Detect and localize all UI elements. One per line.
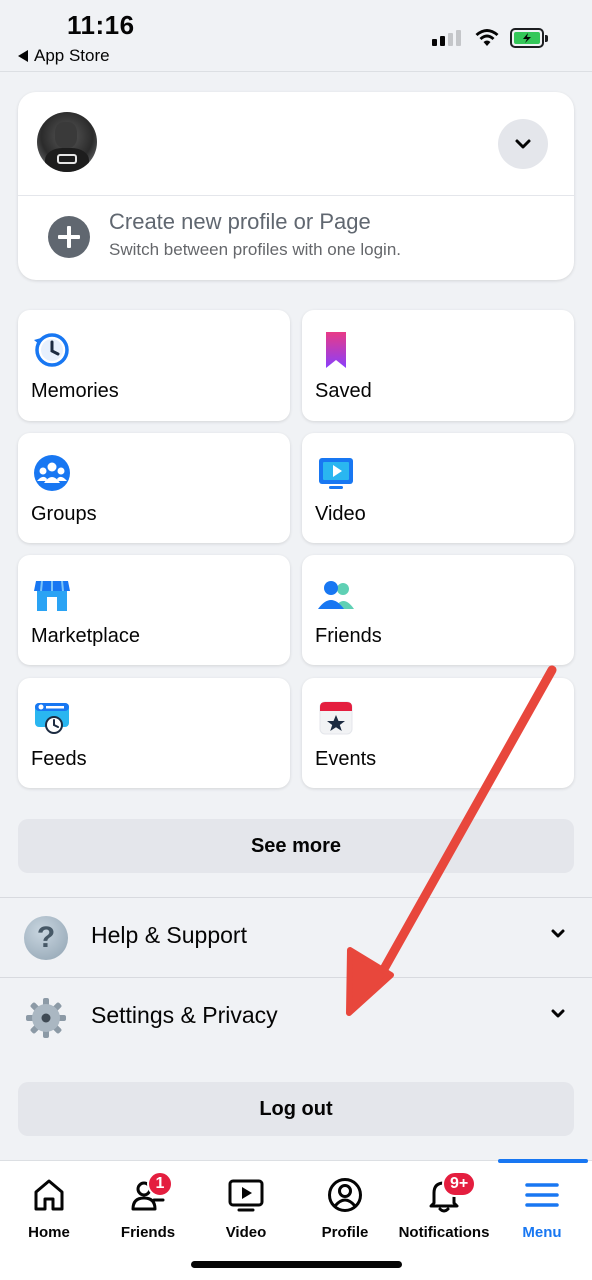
home-indicator (191, 1261, 402, 1268)
notifications-badge: 9+ (442, 1171, 477, 1197)
tab-notifications[interactable]: 9+ Notifications (394, 1161, 494, 1251)
status-bar: 11:16 App Store (0, 0, 592, 72)
shortcut-label: Groups (31, 503, 97, 525)
avatar[interactable] (37, 112, 97, 172)
back-label: App Store (34, 46, 110, 65)
groups-icon (34, 455, 70, 491)
plus-icon[interactable] (48, 216, 90, 258)
shortcut-groups[interactable]: Groups (18, 433, 290, 543)
tab-label: Video (225, 1224, 267, 1241)
wifi-icon (475, 29, 499, 46)
marketplace-icon (34, 580, 70, 611)
profile-tab-icon (328, 1178, 362, 1212)
shortcut-memories[interactable]: Memories (18, 310, 290, 421)
menu-icon (525, 1183, 559, 1207)
tab-video[interactable]: Video (197, 1161, 295, 1251)
shortcut-label: Feeds (31, 748, 87, 770)
tab-home[interactable]: Home (0, 1161, 98, 1251)
help-support-row[interactable]: ? Help & Support (0, 898, 592, 978)
switch-profile-button[interactable] (498, 119, 548, 169)
shortcut-feeds[interactable]: Feeds (18, 678, 290, 788)
chevron-down-icon (551, 1009, 565, 1018)
gear-icon (26, 998, 66, 1038)
help-icon: ? (24, 916, 68, 960)
tab-label: Friends (120, 1224, 176, 1241)
tab-menu[interactable]: Menu (493, 1161, 591, 1251)
shortcut-label: Memories (31, 380, 119, 402)
video-tab-icon (228, 1179, 264, 1212)
shortcut-events[interactable]: Events (302, 678, 574, 788)
tab-label: Menu (522, 1224, 562, 1241)
create-profile-subtitle: Switch between profiles with one login. (109, 240, 401, 259)
tab-label: Home (28, 1224, 70, 1241)
shortcut-friends[interactable]: Friends (302, 555, 574, 665)
shortcut-marketplace[interactable]: Marketplace (18, 555, 290, 665)
feeds-icon (35, 703, 69, 734)
shortcut-video[interactable]: Video (302, 433, 574, 543)
cellular-signal-icon (432, 30, 461, 46)
settings-privacy-row[interactable]: Settings & Privacy (0, 978, 592, 1058)
shortcut-label: Video (315, 503, 366, 525)
saved-icon (326, 332, 346, 368)
tab-label: Profile (321, 1224, 369, 1241)
tab-label: Notifications (398, 1224, 490, 1241)
back-arrow-icon (18, 50, 28, 62)
chevron-down-icon (515, 139, 531, 149)
friends-badge: 1 (147, 1171, 173, 1197)
create-profile-link[interactable]: Create new profile or Page (109, 209, 371, 235)
events-icon (319, 701, 353, 735)
video-icon (319, 458, 353, 489)
home-icon (34, 1179, 64, 1211)
memories-icon (34, 333, 69, 367)
tab-profile[interactable]: Profile (296, 1161, 394, 1251)
status-time: 11:16 (67, 10, 135, 40)
friends-icon (318, 581, 354, 609)
tab-friends[interactable]: 1 Friends (99, 1161, 197, 1251)
battery-icon (510, 28, 548, 48)
settings-privacy-label: Settings & Privacy (91, 1002, 278, 1028)
shortcut-label: Events (315, 748, 377, 770)
shortcut-label: Saved (315, 380, 372, 402)
help-support-label: Help & Support (91, 922, 247, 948)
card-divider (18, 195, 574, 196)
chevron-down-icon (551, 929, 565, 938)
see-more-button[interactable]: See more (18, 819, 574, 873)
shortcut-label: Marketplace (31, 625, 140, 647)
back-to-app-store[interactable]: App Store (18, 46, 110, 66)
profile-card: Create new profile or Page Switch betwee… (18, 92, 574, 280)
shortcut-label: Friends (315, 625, 382, 647)
shortcut-saved[interactable]: Saved (302, 310, 574, 421)
logout-button[interactable]: Log out (18, 1082, 574, 1136)
